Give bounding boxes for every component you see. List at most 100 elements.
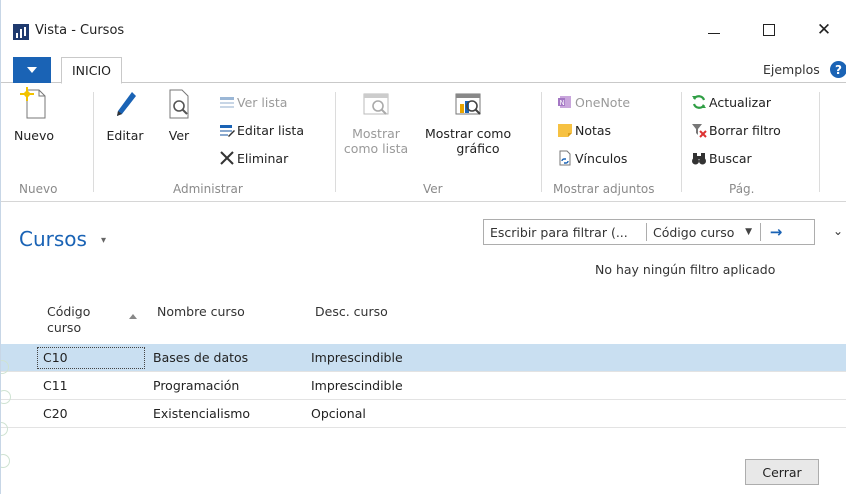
filter-field-select[interactable]: Código curso ▼ xyxy=(647,225,760,240)
edit-list-icon xyxy=(219,122,235,138)
editar-button[interactable]: Editar xyxy=(101,86,149,143)
column-header-nombre[interactable]: Nombre curso xyxy=(157,304,245,320)
collapse-chevron-icon[interactable]: ⌄ xyxy=(833,224,843,238)
column-header-codigo-line1: Código xyxy=(47,304,91,319)
app-logo-icon xyxy=(13,24,29,40)
ver-label: Ver xyxy=(168,128,190,143)
table-row[interactable]: C20 Existencialismo Opcional xyxy=(1,400,846,428)
column-header-codigo-line2: curso xyxy=(47,320,82,335)
list-view-icon xyxy=(219,94,235,110)
title-chevron-down-icon[interactable]: ▾ xyxy=(101,235,106,246)
ver-lista-button[interactable]: Ver lista xyxy=(219,94,287,110)
editar-lista-label: Editar lista xyxy=(237,122,304,138)
cell-codigo: C20 xyxy=(43,406,68,421)
group-label-pag: Pág. xyxy=(729,182,755,196)
eliminar-label: Eliminar xyxy=(237,150,289,166)
mostrar-como-grafico-label-1: Mostrar como xyxy=(425,126,512,141)
help-icon[interactable]: ? xyxy=(830,61,846,78)
tab-inicio[interactable]: INICIO xyxy=(61,57,122,84)
editar-label: Editar xyxy=(106,128,144,143)
notas-button[interactable]: Notas xyxy=(557,122,611,138)
nuevo-button[interactable]: Nuevo xyxy=(11,86,57,143)
courses-table: Código curso Nombre curso Desc. curso C1… xyxy=(1,296,846,428)
borrar-filtro-label: Borrar filtro xyxy=(709,122,781,138)
list-search-icon xyxy=(363,93,389,115)
ejemplos-link[interactable]: Ejemplos xyxy=(763,62,820,77)
mostrar-como-lista-button[interactable]: Mostrar como lista xyxy=(341,86,411,156)
clear-filter-icon xyxy=(691,122,707,138)
ver-button[interactable]: Ver xyxy=(159,86,199,143)
vinculos-label: Vínculos xyxy=(575,150,628,166)
table-row[interactable]: C11 Programación Imprescindible xyxy=(1,372,846,400)
minimize-icon xyxy=(708,32,720,34)
mostrar-como-grafico-button[interactable]: Mostrar como gráfico xyxy=(425,86,511,156)
filter-input[interactable]: Escribir para filtrar (... xyxy=(484,225,646,240)
vinculos-button[interactable]: Vínculos xyxy=(557,150,627,166)
ribbon-separator xyxy=(335,92,336,192)
ribbon-separator xyxy=(681,92,682,192)
filter-field-label: Código curso xyxy=(653,224,735,240)
window: Vista - Cursos ✕ INICIO Ejemplos ? Nuevo… xyxy=(0,0,846,494)
cerrar-button[interactable]: Cerrar xyxy=(745,459,819,485)
cell-nombre: Existencialismo xyxy=(153,406,251,421)
maximize-icon xyxy=(763,24,775,36)
cell-codigo: C10 xyxy=(43,350,68,365)
ribbon-separator xyxy=(541,92,542,192)
refresh-icon xyxy=(691,94,707,110)
cell-desc: Imprescindible xyxy=(311,350,403,365)
notas-label: Notas xyxy=(575,122,612,138)
cell-desc: Opcional xyxy=(311,406,366,421)
cell-nombre: Programación xyxy=(153,378,240,393)
caret-down-icon xyxy=(27,67,37,73)
nuevo-label: Nuevo xyxy=(13,128,54,143)
sticky-note-icon xyxy=(557,122,573,138)
close-window-button[interactable]: ✕ xyxy=(801,14,846,46)
onenote-label: OneNote xyxy=(575,94,631,110)
ribbon-tab-row: INICIO Ejemplos ? xyxy=(1,57,846,84)
filter-status: No hay ningún filtro aplicado xyxy=(595,262,776,277)
svg-text:N: N xyxy=(560,99,565,107)
page-title[interactable]: Cursos xyxy=(19,227,87,251)
editar-lista-button[interactable]: Editar lista xyxy=(219,122,304,138)
cell-nombre: Bases de datos xyxy=(153,350,249,365)
maximize-button[interactable] xyxy=(746,14,792,46)
actualizar-label: Actualizar xyxy=(709,94,771,110)
eliminar-button[interactable]: Eliminar xyxy=(219,150,288,166)
link-document-icon xyxy=(557,150,573,166)
window-title: Vista - Cursos xyxy=(35,23,125,38)
group-label-nuevo: Nuevo xyxy=(19,182,58,196)
ribbon: Nuevo Nuevo Editar Ver Ver lista Editar … xyxy=(1,84,846,202)
onenote-icon: N xyxy=(557,94,573,110)
onenote-button[interactable]: N OneNote xyxy=(557,94,630,110)
table-header: Código curso Nombre curso Desc. curso xyxy=(1,296,846,344)
minimize-button[interactable] xyxy=(691,14,737,46)
close-icon: ✕ xyxy=(816,20,832,40)
ribbon-separator xyxy=(93,92,94,192)
table-row[interactable]: C10 Bases de datos Imprescindible xyxy=(1,344,846,372)
arrow-right-icon[interactable]: → xyxy=(761,223,791,241)
actualizar-button[interactable]: Actualizar xyxy=(691,94,771,110)
filter-bar: Escribir para filtrar (... Código curso … xyxy=(483,219,815,245)
buscar-label: Buscar xyxy=(709,150,752,166)
ribbon-separator xyxy=(819,92,820,192)
group-label-mostrar-adjuntos: Mostrar adjuntos xyxy=(553,182,655,196)
ver-lista-label: Ver lista xyxy=(237,94,288,110)
pencil-icon xyxy=(117,92,136,116)
new-document-icon xyxy=(20,87,46,119)
column-header-desc[interactable]: Desc. curso xyxy=(315,304,388,320)
column-header-codigo[interactable]: Código curso xyxy=(47,304,90,336)
borrar-filtro-button[interactable]: Borrar filtro xyxy=(691,122,781,138)
mostrar-como-lista-label-1: Mostrar xyxy=(352,126,400,141)
view-document-icon xyxy=(169,89,189,119)
delete-x-icon xyxy=(219,150,235,166)
buscar-button[interactable]: Buscar xyxy=(691,150,752,166)
sort-ascending-icon xyxy=(129,314,137,319)
binoculars-icon xyxy=(691,150,707,166)
mostrar-como-grafico-label-2: gráfico xyxy=(456,141,500,156)
file-menu-button[interactable] xyxy=(13,57,51,83)
group-label-ver: Ver xyxy=(423,182,443,196)
background-decoration xyxy=(1,350,15,494)
mostrar-como-lista-label-2: como lista xyxy=(343,141,409,156)
group-label-administrar: Administrar xyxy=(173,182,243,196)
chevron-down-icon: ▼ xyxy=(745,227,752,237)
